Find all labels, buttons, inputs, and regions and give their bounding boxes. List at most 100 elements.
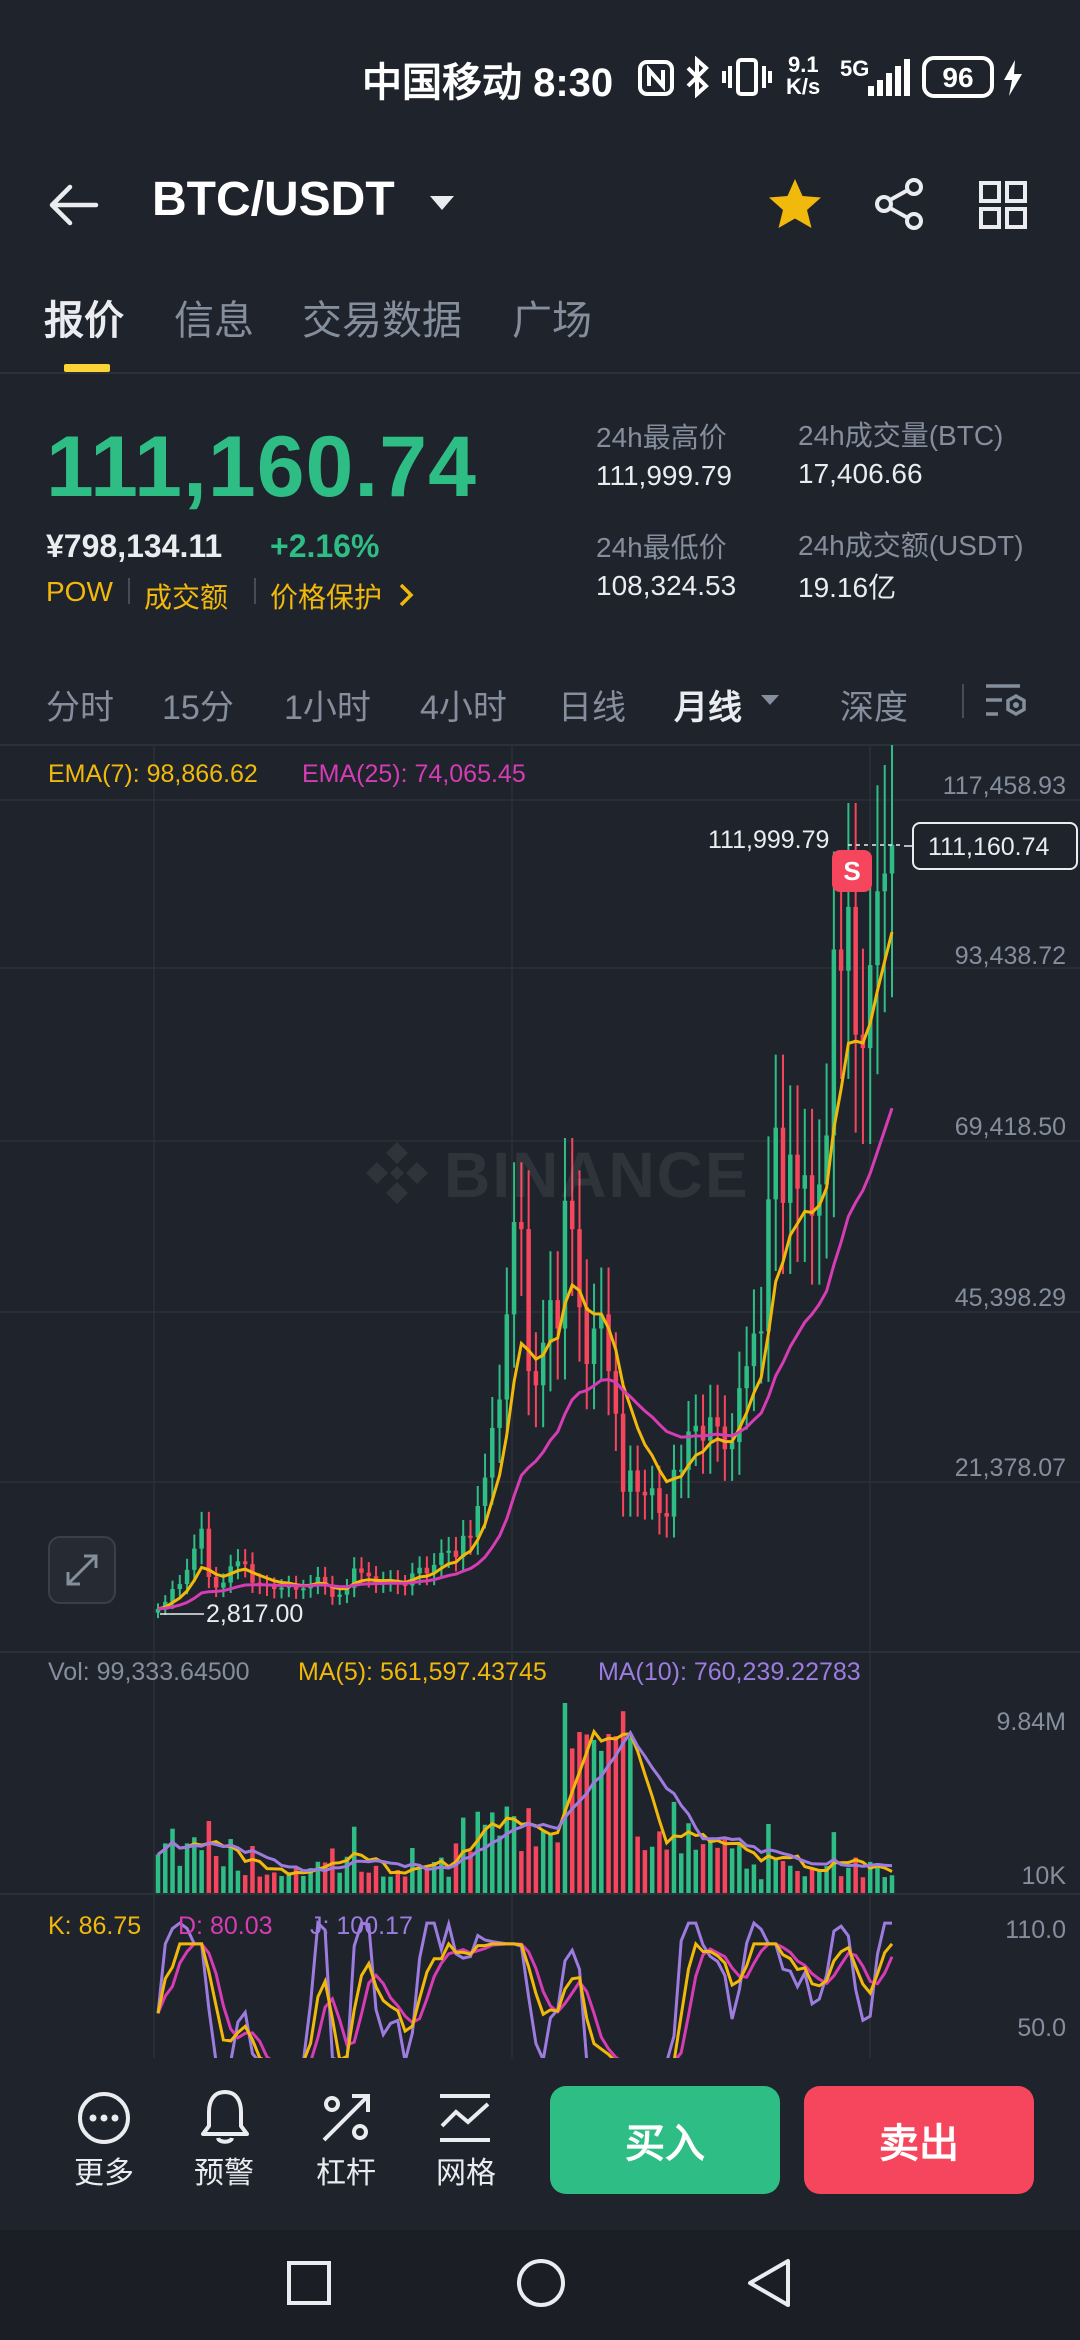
volume-bar <box>635 1836 640 1893</box>
sell-button[interactable]: 卖出 <box>804 2086 1034 2194</box>
volume-bar <box>664 1849 669 1893</box>
candle-body <box>657 1488 662 1514</box>
battery-icon: 96 <box>922 56 994 98</box>
chevron-down-icon[interactable] <box>760 692 780 708</box>
grid-trading-label[interactable]: 网格 <box>416 2148 516 2192</box>
volume-bar <box>213 1856 219 1893</box>
grid-trading-icon[interactable] <box>436 2092 494 2144</box>
bell-icon[interactable] <box>198 2088 252 2146</box>
volume-bar <box>846 1867 851 1893</box>
leverage-label[interactable]: 杠杆 <box>296 2148 396 2192</box>
more-label[interactable]: 更多 <box>54 2148 154 2192</box>
vibrate-icon <box>722 58 772 96</box>
star-icon[interactable] <box>766 176 824 232</box>
binance-logo-icon <box>366 1142 428 1204</box>
last-price-tag-text: 111,160.74 <box>928 833 1050 861</box>
interval-15m[interactable]: 15分 <box>162 680 234 729</box>
tag-volume[interactable]: 成交额 <box>144 576 228 616</box>
fullscreen-button[interactable] <box>48 1536 116 1604</box>
volume-bar <box>882 1877 887 1893</box>
interval-depth[interactable]: 深度 <box>840 680 908 729</box>
last-price: 111,160.74 <box>46 419 477 515</box>
back-arrow-icon[interactable] <box>46 180 100 230</box>
chevron-right-icon[interactable] <box>398 582 414 608</box>
nfc-icon <box>638 60 674 96</box>
y-tick-label: 45,398.29 <box>954 1284 1066 1312</box>
tag-price-protect[interactable]: 价格保护 <box>270 576 382 616</box>
volume-bar <box>301 1875 306 1893</box>
volume-bar <box>519 1851 524 1893</box>
candle-body <box>758 1331 764 1334</box>
watermark: BINANCE <box>444 1139 750 1211</box>
tab-indicator <box>64 364 110 372</box>
tag-pow[interactable]: POW <box>46 576 113 608</box>
alert-label[interactable]: 预警 <box>174 2148 274 2192</box>
tab-info[interactable]: 信息 <box>174 288 254 346</box>
interval-1m[interactable]: 月线 <box>674 680 742 729</box>
candle-body <box>511 1222 517 1315</box>
volume-bar <box>853 1857 858 1893</box>
candle-body <box>453 1550 459 1558</box>
candle-body <box>417 1567 422 1574</box>
low-value: 108,324.53 <box>596 570 737 601</box>
high-label: 24h最高价 <box>596 422 727 453</box>
share-icon[interactable] <box>872 176 928 232</box>
k-label: K: 86.75 <box>48 1912 142 1940</box>
volume-bar <box>533 1846 539 1893</box>
more-icon[interactable] <box>76 2090 132 2146</box>
interval-time[interactable]: 分时 <box>46 680 114 729</box>
candle-body <box>504 1314 510 1400</box>
back-icon[interactable] <box>744 2256 794 2310</box>
volume-bar <box>402 1876 408 1893</box>
volume-bar <box>548 1834 553 1893</box>
kline-chart[interactable] <box>0 745 1080 2060</box>
candle-body <box>439 1552 444 1565</box>
volume-bar <box>177 1865 183 1893</box>
volume-bar <box>693 1849 699 1893</box>
candle-body <box>279 1587 284 1590</box>
volume-bar <box>250 1846 255 1893</box>
volume-bar <box>678 1853 684 1893</box>
j-label: J: 100.17 <box>310 1912 413 1940</box>
interval-4h[interactable]: 4小时 <box>420 680 507 729</box>
chevron-down-icon[interactable] <box>428 192 456 214</box>
price-change: +2.16% <box>270 528 380 564</box>
candle-body <box>359 1568 364 1573</box>
volume-bar <box>577 1732 582 1893</box>
volume-bar <box>671 1801 677 1893</box>
leverage-icon[interactable] <box>318 2090 374 2146</box>
volume-bar <box>715 1847 720 1893</box>
tab-trading-data[interactable]: 交易数据 <box>302 288 462 346</box>
carrier-time: 中国移动 8:30 <box>362 61 614 105</box>
volume-bar <box>199 1850 204 1893</box>
volume-bar <box>453 1843 459 1893</box>
interval-1d[interactable]: 日线 <box>558 680 626 729</box>
candle-body <box>802 1175 808 1189</box>
volume-bar <box>170 1828 175 1893</box>
grid-icon[interactable] <box>978 180 1028 230</box>
volume-bar <box>606 1733 611 1893</box>
volume-bar <box>279 1876 284 1893</box>
tab-quote[interactable]: 报价 <box>44 288 124 346</box>
pair-title[interactable]: BTC/USDT <box>152 172 395 227</box>
buy-button[interactable]: 买入 <box>550 2086 780 2194</box>
recent-apps-icon[interactable] <box>284 2258 334 2308</box>
bluetooth-icon <box>686 56 709 98</box>
ema25-label: EMA(25): 74,065.45 <box>302 760 526 788</box>
interval-1h[interactable]: 1小时 <box>284 680 371 729</box>
candle-body <box>722 1426 728 1450</box>
volume-bar <box>817 1870 822 1893</box>
ema7-line <box>157 931 894 1611</box>
home-icon[interactable] <box>514 2256 568 2310</box>
y-tick-label: 93,438.72 <box>954 942 1066 970</box>
chart-settings-icon[interactable] <box>984 680 1030 722</box>
volume-bar <box>569 1748 575 1893</box>
volume-bar <box>591 1739 597 1893</box>
candle-body <box>613 1371 619 1414</box>
sell-marker[interactable]: S <box>832 850 872 892</box>
volume-bar <box>758 1879 764 1893</box>
volume-bar <box>221 1866 226 1893</box>
tab-square[interactable]: 广场 <box>512 288 592 346</box>
y-tick-label: 117,458.93 <box>942 772 1066 800</box>
candle-body <box>620 1413 626 1492</box>
